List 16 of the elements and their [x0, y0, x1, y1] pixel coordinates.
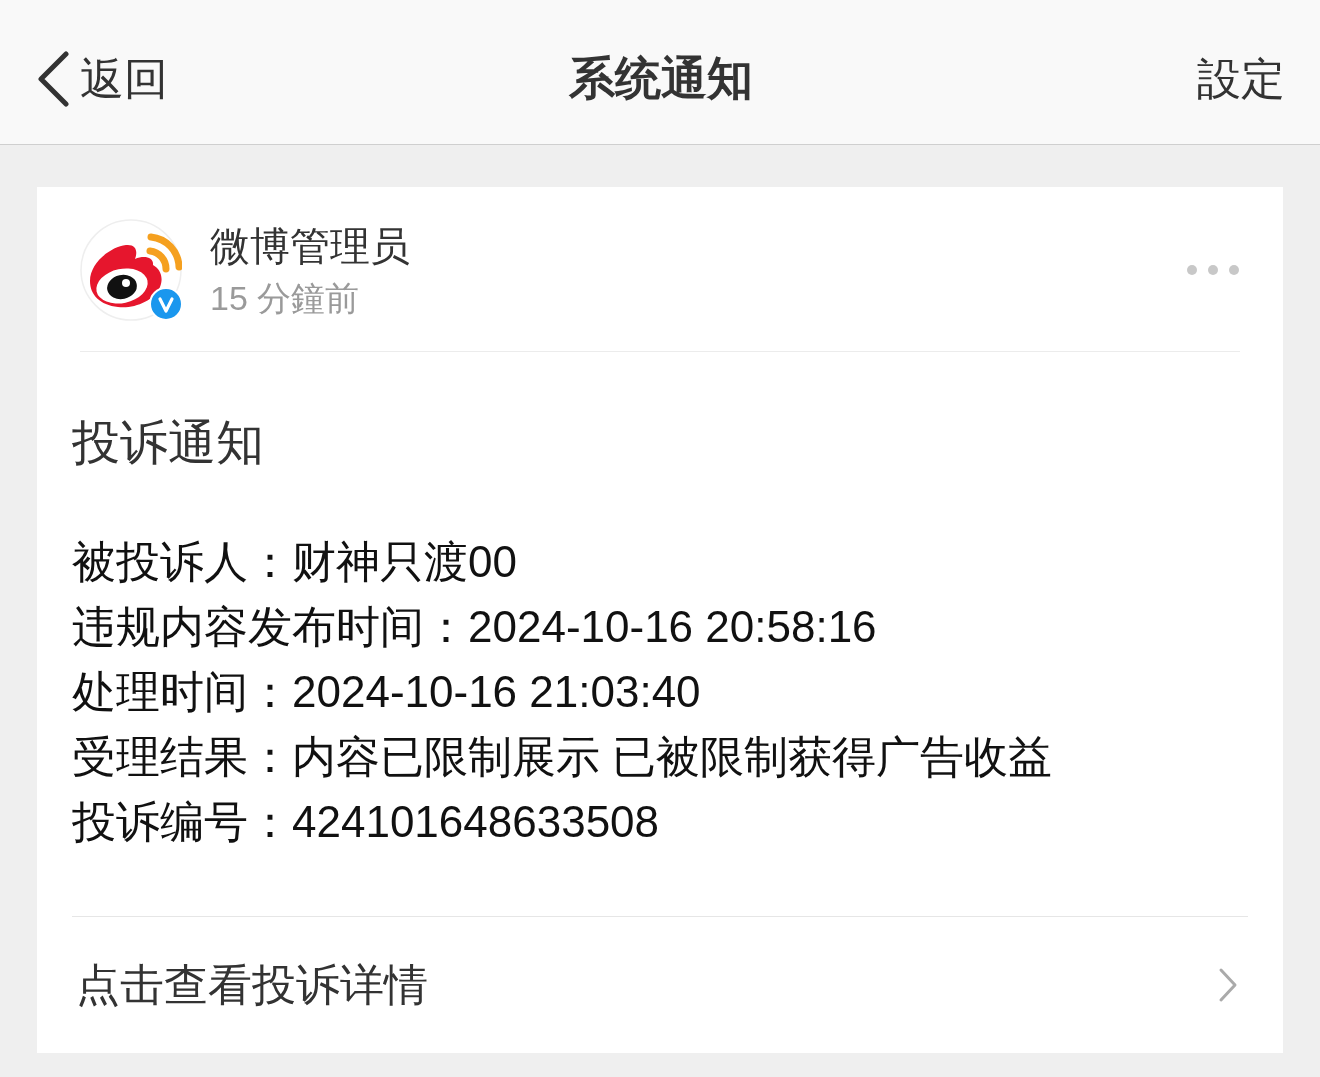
detail-line: 处理时间：2024-10-16 21:03:40 [72, 666, 702, 718]
more-icon[interactable] [1186, 264, 1240, 276]
notice-title: 投诉通知 [72, 415, 265, 471]
chevron-right-icon [1218, 967, 1238, 1003]
back-button[interactable]: 返回 [36, 49, 168, 109]
detail-line: 违规内容发布时间：2024-10-16 20:58:16 [72, 601, 878, 653]
view-details-link[interactable]: 点击查看投诉详情 [72, 917, 1248, 1053]
detail-line: 受理结果：内容已限制展示 已被限制获得广告收益 [72, 731, 1054, 783]
sent-time: 15 分鐘前 [210, 278, 361, 319]
detail-line: 被投诉人：财神只渡00 [72, 536, 518, 588]
avatar-logo-icon [80, 219, 182, 321]
detail-line: 投诉编号：424101648633508 [72, 796, 661, 848]
back-chevron-icon [36, 51, 70, 107]
sender-name: 微博管理员 [210, 223, 411, 270]
page-title: 系统通知 [568, 51, 753, 106]
settings-button[interactable]: 設定 [1197, 49, 1285, 109]
